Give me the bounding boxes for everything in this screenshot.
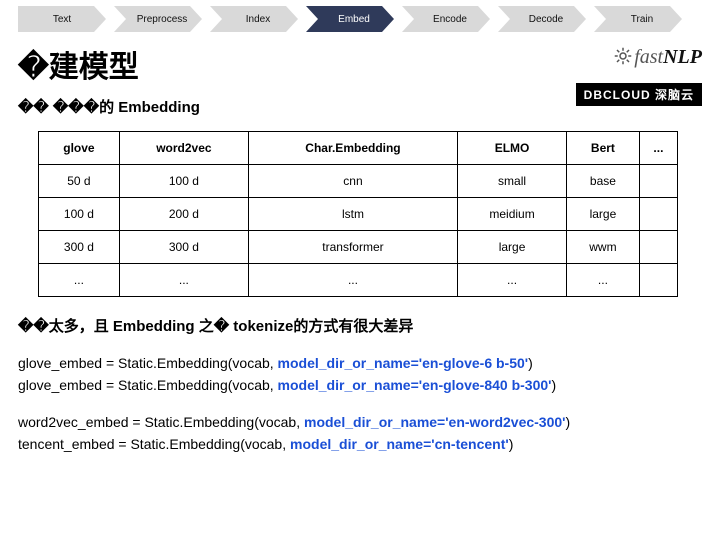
table-cell: small	[458, 165, 567, 198]
code-line: word2vec_embed = Static.Embedding(vocab,…	[18, 411, 720, 433]
nav-step-encode[interactable]: Encode	[402, 6, 490, 32]
code-line: glove_embed = Static.Embedding(vocab, mo…	[18, 374, 720, 396]
table-cell: transformer	[248, 231, 457, 264]
code-arg: model_dir_or_name='en-glove-840 b-300'	[278, 377, 552, 393]
code-text: glove_embed = Static.Embedding(vocab,	[18, 355, 278, 371]
pipeline-nav: Text Preprocess Index Embed Encode Decode Trai…	[18, 6, 720, 32]
table-cell: 100 d	[119, 165, 248, 198]
table-cell: base	[567, 165, 640, 198]
code-area: glove_embed = Static.Embedding(vocab, mo…	[18, 352, 720, 456]
table-row: 50 d100 dcnnsmallbase	[39, 165, 678, 198]
table-cell: cnn	[248, 165, 457, 198]
code-arg: model_dir_or_name='en-word2vec-300'	[304, 414, 566, 430]
nav-step-preprocess[interactable]: Preprocess	[114, 6, 202, 32]
table-header-cell: glove	[39, 132, 120, 165]
table-cell: ...	[458, 264, 567, 297]
code-line: tencent_embed = Static.Embedding(vocab, …	[18, 433, 720, 455]
table-cell	[639, 165, 677, 198]
table-cell: wwm	[567, 231, 640, 264]
code-text: word2vec_embed = Static.Embedding(vocab,	[18, 414, 304, 430]
table-cell: meidium	[458, 198, 567, 231]
table-cell: 300 d	[119, 231, 248, 264]
table-cell: ...	[248, 264, 457, 297]
table-header-cell: Bert	[567, 132, 640, 165]
nav-step-text[interactable]: Text	[18, 6, 106, 32]
table-body: 50 d100 dcnnsmallbase100 d200 dlstmmeidi…	[39, 165, 678, 297]
table-row: ...............	[39, 264, 678, 297]
table-cell: ...	[39, 264, 120, 297]
table-cell: large	[458, 231, 567, 264]
code-text: )	[566, 414, 571, 430]
table-header-cell: Char.Embedding	[248, 132, 457, 165]
code-block: glove_embed = Static.Embedding(vocab, mo…	[18, 352, 720, 397]
nav-step-train[interactable]: Train	[594, 6, 682, 32]
table-cell: large	[567, 198, 640, 231]
table-row: 300 d300 dtransformerlargewwm	[39, 231, 678, 264]
table-cell	[639, 264, 677, 297]
table-header-cell: word2vec	[119, 132, 248, 165]
brand-fast: fast	[634, 46, 663, 68]
nav-step-index[interactable]: Index	[210, 6, 298, 32]
table-cell: 50 d	[39, 165, 120, 198]
note-text: ��太多，且 Embedding 之� tokenize的方式有很大差异	[18, 315, 720, 336]
brand-area: fastNLP DBCLOUD 深脑云	[576, 46, 702, 106]
code-text: )	[528, 355, 533, 371]
code-text: )	[509, 436, 514, 452]
code-text: tencent_embed = Static.Embedding(vocab,	[18, 436, 290, 452]
table-header-cell: ELMO	[458, 132, 567, 165]
code-arg: model_dir_or_name='cn-tencent'	[290, 436, 509, 452]
fastnlp-logo: fastNLP	[576, 46, 702, 69]
dbcloud-badge: DBCLOUD 深脑云	[576, 83, 702, 106]
table-cell: 200 d	[119, 198, 248, 231]
code-line: glove_embed = Static.Embedding(vocab, mo…	[18, 352, 720, 374]
code-block: word2vec_embed = Static.Embedding(vocab,…	[18, 411, 720, 456]
table-cell: 300 d	[39, 231, 120, 264]
code-text: )	[551, 377, 556, 393]
table-header-row: gloveword2vecChar.EmbeddingELMOBert...	[39, 132, 678, 165]
code-text: glove_embed = Static.Embedding(vocab,	[18, 377, 278, 393]
table-cell: ...	[567, 264, 640, 297]
table-cell: lstm	[248, 198, 457, 231]
code-arg: model_dir_or_name='en-glove-6 b-50'	[278, 355, 529, 371]
gear-icon	[614, 47, 632, 65]
table-row: 100 d200 dlstmmeidiumlarge	[39, 198, 678, 231]
embedding-table: gloveword2vecChar.EmbeddingELMOBert... 5…	[38, 131, 678, 297]
table-cell: ...	[119, 264, 248, 297]
table-cell: 100 d	[39, 198, 120, 231]
table-cell	[639, 198, 677, 231]
table-header-cell: ...	[639, 132, 677, 165]
table-cell	[639, 231, 677, 264]
nav-step-decode[interactable]: Decode	[498, 6, 586, 32]
nav-step-embed[interactable]: Embed	[306, 6, 394, 32]
brand-nlp: NLP	[663, 46, 702, 68]
